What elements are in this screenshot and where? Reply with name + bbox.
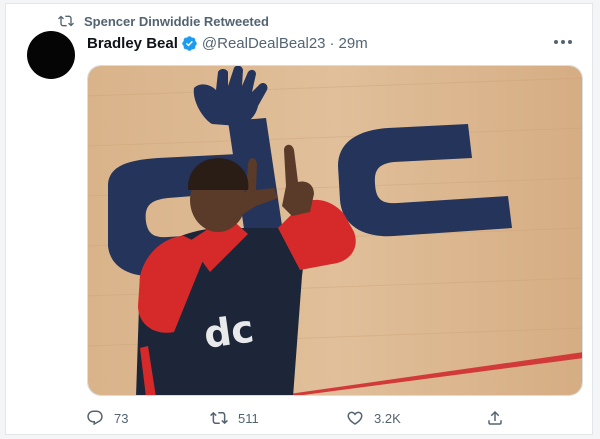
more-options-icon[interactable] bbox=[552, 35, 574, 49]
timestamp[interactable]: 29m bbox=[339, 35, 368, 52]
photo-basketball-player: dc bbox=[88, 66, 582, 395]
avatar[interactable] bbox=[27, 31, 75, 79]
tweet-card[interactable]: Spencer Dinwiddie Retweeted Bradley Beal… bbox=[5, 3, 593, 435]
share-button[interactable] bbox=[486, 406, 504, 430]
reply-count: 73 bbox=[114, 410, 129, 426]
verified-badge-icon bbox=[182, 35, 197, 51]
display-name[interactable]: Bradley Beal bbox=[87, 35, 178, 52]
share-icon bbox=[488, 410, 502, 425]
user-handle[interactable]: @RealDealBeal23 bbox=[202, 35, 326, 52]
reply-icon bbox=[87, 410, 103, 426]
tweet-header: Bradley Beal @RealDealBeal23 · 29m bbox=[87, 32, 587, 54]
retweet-action-icon bbox=[210, 411, 228, 425]
retweet-label: Spencer Dinwiddie Retweeted bbox=[84, 13, 269, 29]
retweet-icon bbox=[58, 15, 74, 27]
tweet-actions: 73 511 3.2K bbox=[86, 406, 516, 430]
tweet-photo[interactable]: dc bbox=[87, 65, 583, 396]
reply-button[interactable]: 73 bbox=[86, 406, 128, 430]
retweet-count: 511 bbox=[238, 410, 259, 426]
heart-icon bbox=[347, 411, 363, 425]
separator-dot: · bbox=[329, 34, 335, 52]
retweet-context[interactable]: Spencer Dinwiddie Retweeted bbox=[58, 12, 269, 30]
like-button[interactable]: 3.2K bbox=[346, 406, 401, 430]
retweet-button[interactable]: 511 bbox=[210, 406, 259, 430]
jersey-logo: dc bbox=[201, 306, 256, 356]
like-count: 3.2K bbox=[374, 410, 401, 426]
